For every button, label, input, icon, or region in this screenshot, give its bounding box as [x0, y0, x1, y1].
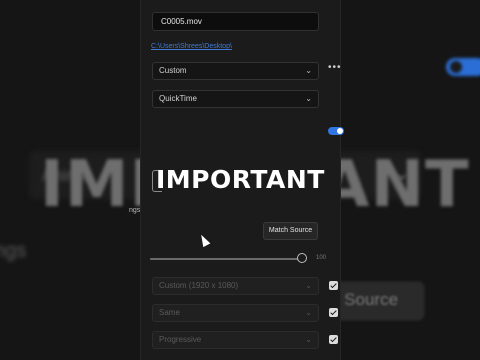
frame-rate-checkbox[interactable]: [329, 308, 338, 317]
frame-rate-value: Same: [159, 308, 180, 317]
filename-field[interactable]: C0005.mov: [152, 12, 319, 31]
chevron-down-icon: ⌄: [305, 335, 312, 344]
match-source-button[interactable]: Match Source: [263, 222, 318, 240]
more-horizontal-icon[interactable]: •••: [328, 62, 342, 73]
bg-toggle: [446, 58, 480, 76]
frame-size-dropdown[interactable]: Custom (1920 x 1080) ⌄: [152, 277, 319, 295]
quality-slider[interactable]: [150, 258, 304, 260]
slider-fill: [150, 258, 304, 260]
chevron-down-icon: ⌄: [305, 281, 312, 290]
format-dropdown-value: QuickTime: [159, 94, 197, 103]
preset-dropdown[interactable]: Custom ⌄: [152, 62, 319, 80]
bg-settings-word: ngs: [0, 240, 27, 262]
field-order-checkbox[interactable]: [329, 335, 338, 344]
section-toggle[interactable]: [328, 127, 344, 135]
settings-label-fragment: ngs: [129, 207, 141, 214]
chevron-down-icon: ⌄: [305, 94, 312, 103]
slider-value: 100: [316, 255, 327, 261]
frame-size-checkbox[interactable]: [329, 281, 338, 290]
preset-dropdown-value: Custom: [159, 66, 187, 75]
important-overlay-text: IMPORTANT: [156, 165, 325, 194]
chevron-down-icon: ⌄: [305, 308, 312, 317]
field-order-dropdown[interactable]: Progressive ⌄: [152, 331, 319, 349]
slider-thumb[interactable]: [297, 253, 307, 263]
chevron-down-icon: ⌄: [305, 66, 312, 75]
format-dropdown[interactable]: QuickTime ⌄: [152, 90, 319, 108]
field-order-value: Progressive: [159, 335, 202, 344]
frame-rate-dropdown[interactable]: Same ⌄: [152, 304, 319, 322]
frame-size-value: Custom (1920 x 1080): [159, 281, 239, 290]
output-path-link[interactable]: C:\Users\Shrees\Desktop\: [151, 43, 232, 50]
